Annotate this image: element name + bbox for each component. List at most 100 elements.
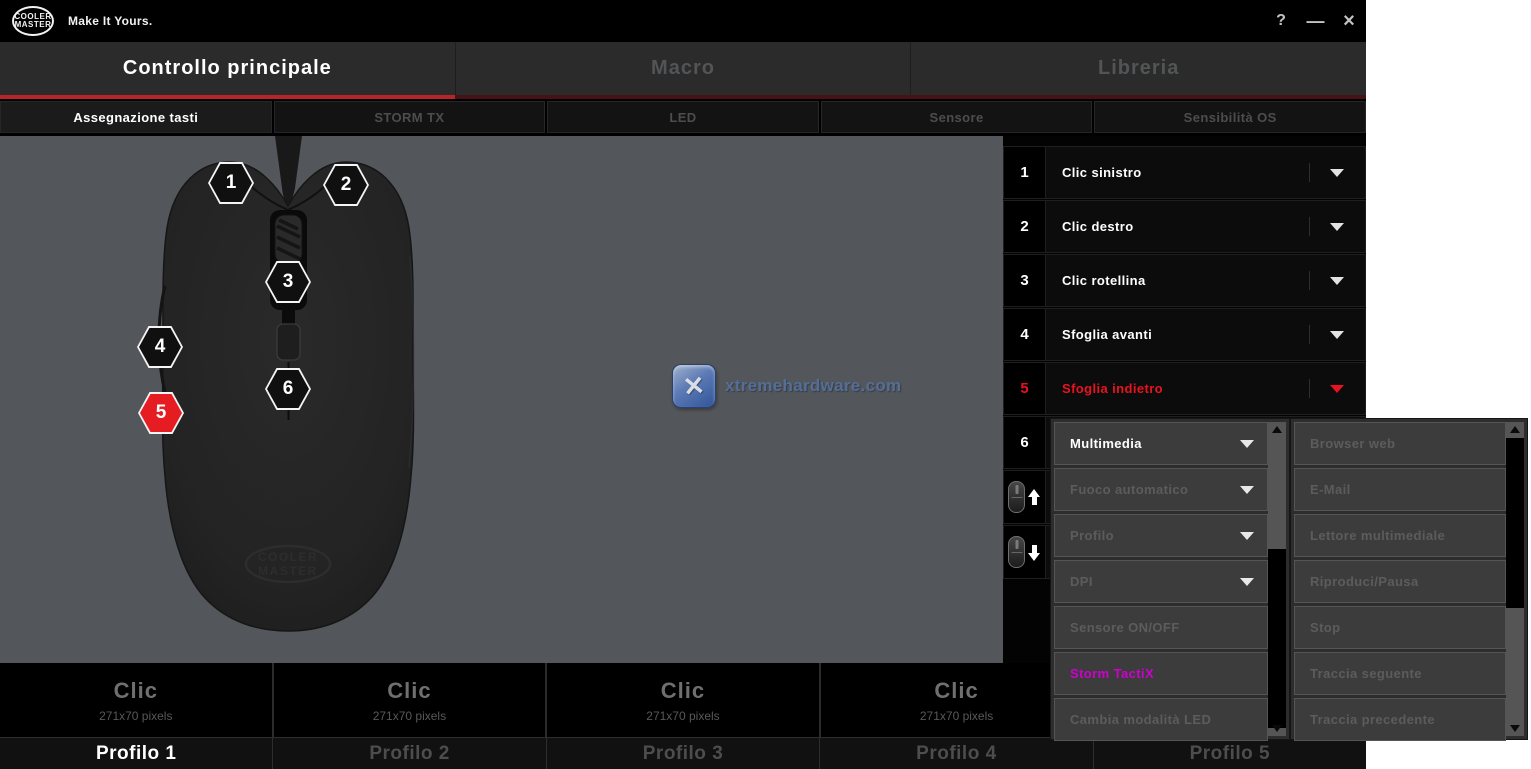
mouse-scroll-down-icon [1008,536,1025,568]
scrollbar-thumb[interactable] [1506,438,1524,608]
mouse-button-marker-1[interactable]: 1 [208,162,254,204]
row-number: 4 [1004,309,1046,360]
assignment-row-5-selected[interactable]: 5 Sfoglia indietro [1003,362,1366,415]
marker-number: 6 [265,368,311,410]
menu-item-label: Traccia precedente [1310,712,1435,727]
profile-tab-3[interactable]: Profilo 3 [547,738,820,769]
row-icon-cell [1004,471,1046,523]
preview-size: 271x70 pixels [646,709,719,723]
profile-tab-bar: Profilo 1 Profilo 2 Profilo 3 Profilo 4 … [0,737,1366,769]
profile-tab-1[interactable]: Profilo 1 [0,738,273,769]
scroll-up-arrow-icon[interactable] [1510,426,1520,433]
menu-item-label: Profilo [1070,528,1114,543]
action-menu-items: Multimedia Fuoco automatico Profilo DPI … [1051,419,1268,739]
row-label: Clic destro [1046,201,1309,252]
row-dropdown-zone[interactable] [1309,255,1365,306]
menu-item-dpi[interactable]: DPI [1054,560,1268,603]
subtab-assegnazione-tasti[interactable]: Assegnazione tasti [0,101,272,133]
menu-item-sensore-on-off[interactable]: Sensore ON/OFF [1054,606,1268,649]
scroll-up-arrow-icon[interactable] [1272,426,1282,433]
row-label: Clic sinistro [1046,147,1309,198]
mouse-button-marker-2[interactable]: 2 [323,164,369,206]
row-label: Sfoglia avanti [1046,309,1309,360]
menu-item-cambia-modalita-led[interactable]: Cambia modalità LED [1054,698,1268,741]
scroll-down-arrow-icon[interactable] [1272,725,1282,732]
tab-libreria[interactable]: Libreria [911,42,1366,95]
submenu-item-traccia-seguente[interactable]: Traccia seguente [1294,652,1506,695]
preview-label: Clic [934,678,978,704]
subtab-storm-tx[interactable]: STORM TX [274,101,546,133]
profile-preview-1[interactable]: Clic 271x70 pixels [0,663,274,737]
assignment-row-3[interactable]: 3 Clic rotellina [1003,254,1366,307]
profile-preview-3[interactable]: Clic 271x70 pixels [547,663,821,737]
profile-tab-4[interactable]: Profilo 4 [820,738,1093,769]
action-dropdown-menu: Multimedia Fuoco automatico Profilo DPI … [1050,418,1290,740]
x-glyph: ✕ [682,369,707,402]
tab-macro[interactable]: Macro [456,42,912,95]
xtremehardware-x-icon: ✕ [672,364,716,408]
scrollbar-thumb[interactable] [1268,549,1286,728]
chevron-down-icon [1240,532,1254,540]
row-number: 1 [1004,147,1046,198]
preview-size: 271x70 pixels [373,709,446,723]
menu-item-label: Browser web [1310,436,1395,451]
menu-item-fuoco-automatico[interactable]: Fuoco automatico [1054,468,1268,511]
menu-item-label: Traccia seguente [1310,666,1422,681]
row-dropdown-zone[interactable] [1309,201,1365,252]
chevron-down-icon [1330,277,1344,285]
profile-tab-2[interactable]: Profilo 2 [273,738,546,769]
mouse-button-marker-4[interactable]: 4 [137,326,183,368]
profile-preview-2[interactable]: Clic 271x70 pixels [274,663,548,737]
menu-item-storm-tactix[interactable]: Storm TactiX [1054,652,1268,695]
row-number: 3 [1004,255,1046,306]
submenu-item-traccia-precedente[interactable]: Traccia precedente [1294,698,1506,741]
mouse-button-marker-3[interactable]: 3 [265,261,311,303]
minimize-icon[interactable]: — [1298,11,1332,32]
subtab-led[interactable]: LED [547,101,819,133]
subtab-sensore[interactable]: Sensore [821,101,1093,133]
tab-controllo-principale[interactable]: Controllo principale [0,42,456,95]
row-icon-cell [1004,526,1046,578]
preview-size: 271x70 pixels [920,709,993,723]
menu-item-label: Fuoco automatico [1070,482,1188,497]
menu-item-label: Multimedia [1070,436,1142,451]
svg-text:COOLER: COOLER [258,550,318,564]
active-tab-underline [0,95,1366,99]
row-dropdown-zone[interactable] [1309,363,1365,414]
subtab-sensibilita-os[interactable]: Sensibilità OS [1094,101,1366,133]
chevron-down-icon [1240,440,1254,448]
submenu-items: Browser web E-Mail Lettore multimediale … [1291,419,1506,739]
close-icon[interactable]: × [1332,10,1366,33]
assignment-row-1[interactable]: 1 Clic sinistro [1003,146,1366,199]
menu-item-label: DPI [1070,574,1093,589]
assignment-row-4[interactable]: 4 Sfoglia avanti [1003,308,1366,361]
sub-tab-bar: Assegnazione tasti STORM TX LED Sensore … [0,99,1366,136]
mouse-button-marker-5-selected[interactable]: 5 [138,392,184,434]
menu-item-multimedia[interactable]: Multimedia [1054,422,1268,465]
submenu-item-email[interactable]: E-Mail [1294,468,1506,511]
marker-number: 1 [208,162,254,204]
preview-label: Clic [387,678,431,704]
chevron-down-icon [1330,223,1344,231]
row-number: 2 [1004,201,1046,252]
submenu-item-lettore-multimediale[interactable]: Lettore multimediale [1294,514,1506,557]
profile-tab-5[interactable]: Profilo 5 [1094,738,1366,769]
menu-scrollbar[interactable] [1268,422,1286,736]
menu-item-profilo[interactable]: Profilo [1054,514,1268,557]
submenu-scrollbar[interactable] [1506,422,1524,736]
mouse-button-marker-6[interactable]: 6 [265,368,311,410]
desktop: COOLER MASTER Make It Yours. ? — × Contr… [0,0,1531,769]
preview-size: 271x70 pixels [99,709,172,723]
row-dropdown-zone[interactable] [1309,309,1365,360]
submenu-item-browser-web[interactable]: Browser web [1294,422,1506,465]
assignment-row-2[interactable]: 2 Clic destro [1003,200,1366,253]
arrow-down-icon [1028,544,1041,561]
submenu-item-stop[interactable]: Stop [1294,606,1506,649]
menu-item-label: Storm TactiX [1070,666,1154,681]
help-icon[interactable]: ? [1264,12,1298,30]
chevron-down-icon [1240,578,1254,586]
submenu-item-riproduci-pausa[interactable]: Riproduci/Pausa [1294,560,1506,603]
scroll-down-arrow-icon[interactable] [1510,725,1520,732]
row-dropdown-zone[interactable] [1309,147,1365,198]
chevron-down-icon [1240,486,1254,494]
